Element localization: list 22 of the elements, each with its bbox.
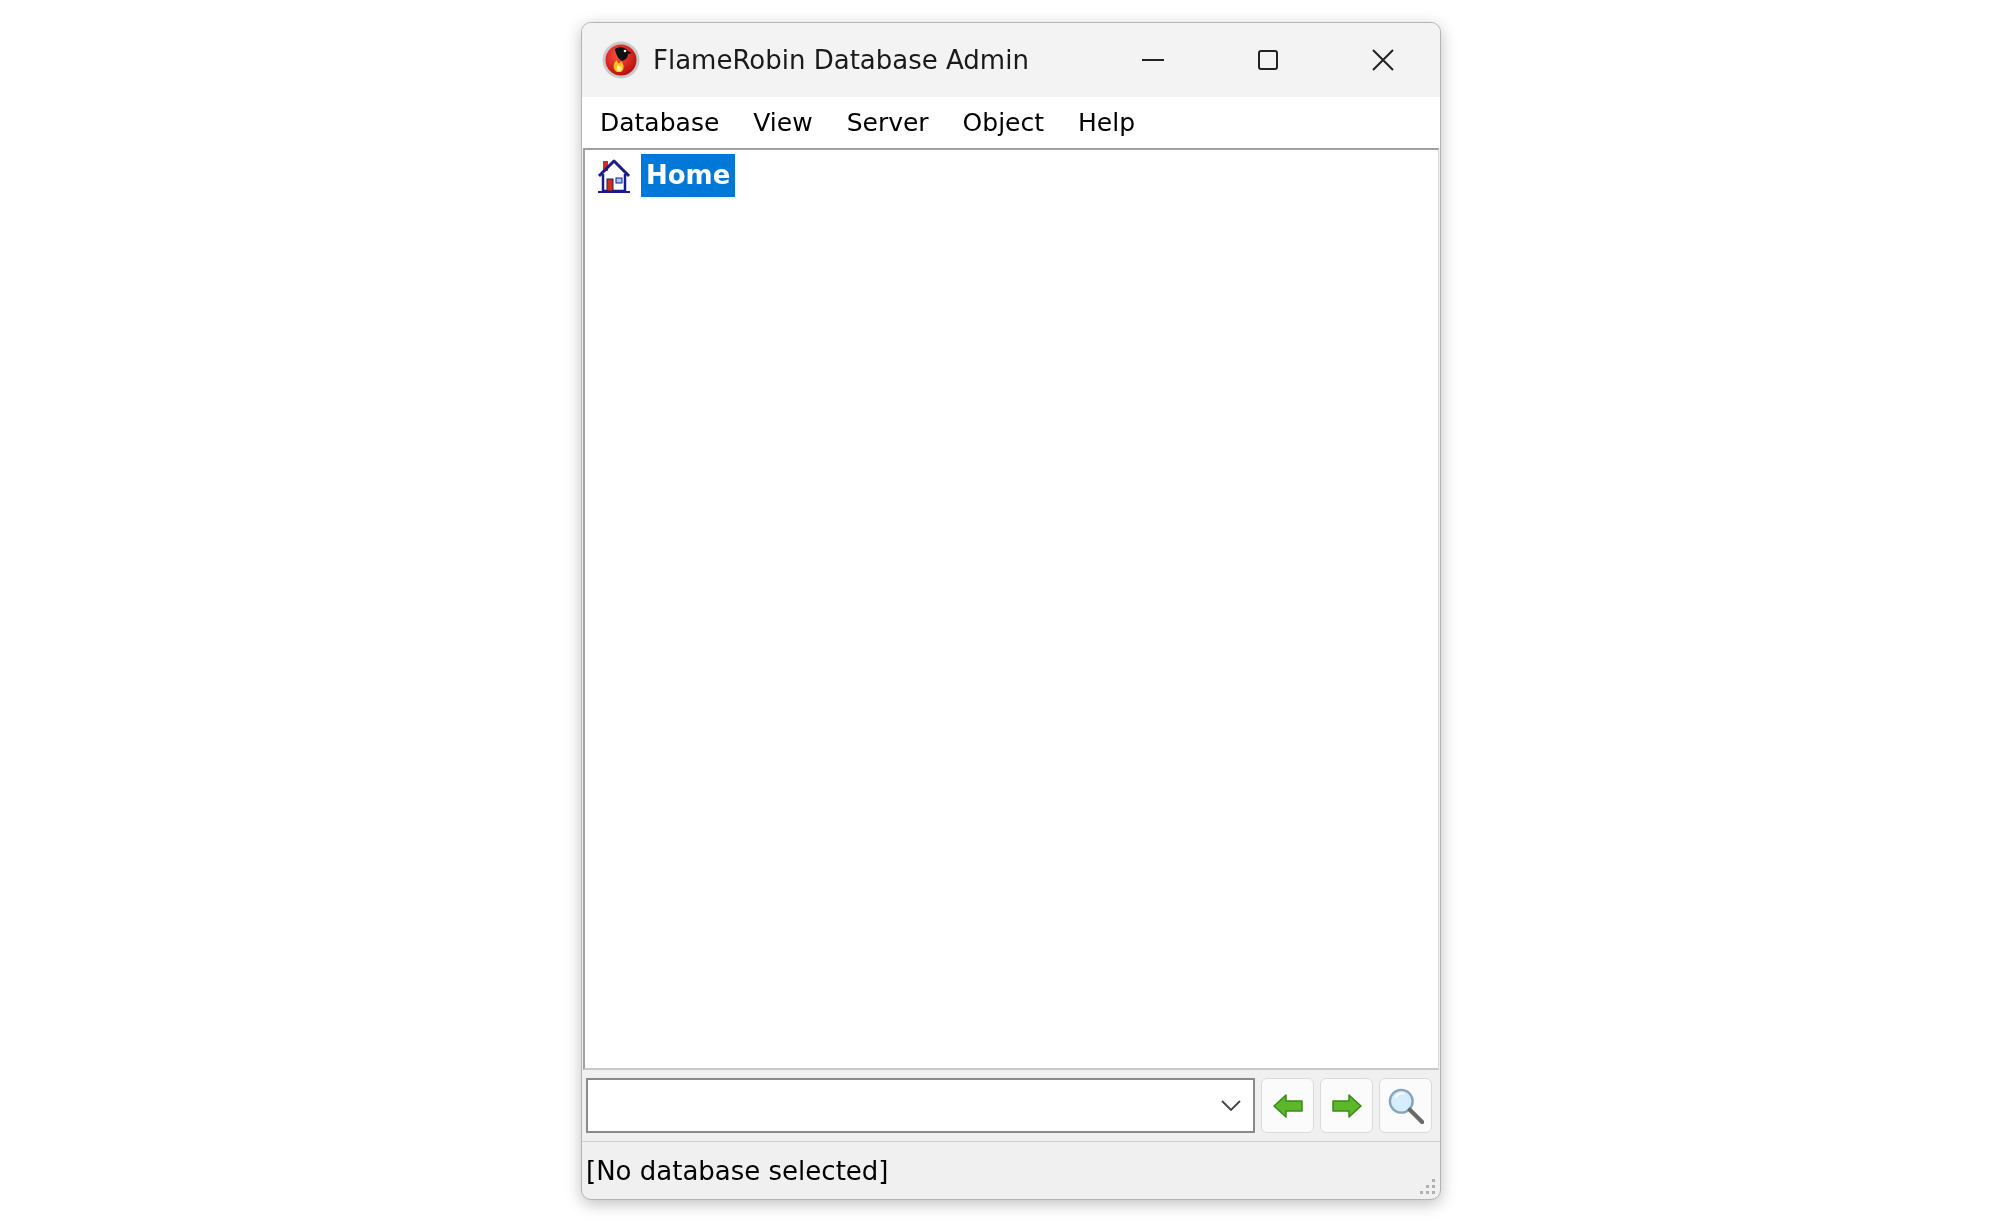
minimize-icon bbox=[1141, 59, 1164, 61]
status-text: [No database selected] bbox=[586, 1155, 889, 1186]
right-arrow-icon bbox=[1331, 1093, 1362, 1118]
menu-item[interactable]: Server bbox=[829, 97, 946, 148]
close-icon bbox=[1371, 49, 1394, 71]
combo-box[interactable] bbox=[586, 1078, 1255, 1133]
resize-grip-icon[interactable] bbox=[1420, 1179, 1436, 1195]
search-button[interactable] bbox=[1379, 1078, 1432, 1133]
house-icon bbox=[597, 157, 631, 194]
maximize-icon bbox=[1257, 50, 1278, 70]
back-button[interactable] bbox=[1261, 1078, 1314, 1133]
search-icon bbox=[1387, 1087, 1424, 1124]
menu-item[interactable]: Help bbox=[1061, 97, 1153, 148]
menu-item[interactable]: View bbox=[736, 97, 830, 148]
tree-item[interactable]: Home bbox=[641, 154, 736, 197]
window-title: FlameRobin Database Admin bbox=[653, 45, 1029, 75]
menu-item[interactable]: Database bbox=[583, 97, 737, 148]
left-arrow-icon bbox=[1272, 1093, 1303, 1118]
app-logo-icon bbox=[602, 41, 640, 79]
menu-item[interactable]: Object bbox=[945, 97, 1062, 148]
forward-button[interactable] bbox=[1320, 1078, 1373, 1133]
chevron-down-icon bbox=[1221, 1100, 1241, 1111]
